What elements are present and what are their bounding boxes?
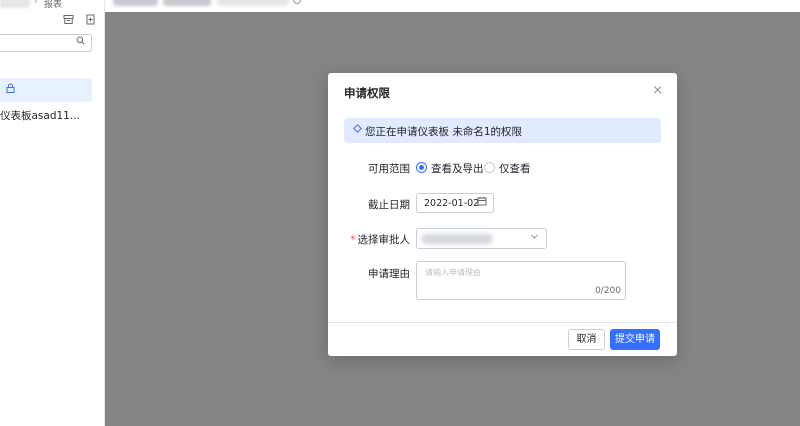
required-mark: * <box>350 234 356 246</box>
info-notice: 您正在申请仪表板 未命名1的权限 <box>344 118 661 143</box>
scope-label: 可用范围 <box>368 163 410 175</box>
chevron-down-icon <box>530 232 539 244</box>
sidebar: › 报表 仪表板asad11... <box>0 0 105 426</box>
cancel-button[interactable]: 取消 <box>568 329 605 350</box>
deadline-label: 截止日期 <box>368 199 410 211</box>
radio-view-only-label[interactable]: 仅查看 <box>499 161 531 176</box>
help-icon[interactable] <box>293 0 301 4</box>
sidebar-search-input[interactable] <box>0 34 92 52</box>
notice-text: 您正在申请仪表板 未命名1的权限 <box>365 126 523 138</box>
archive-icon[interactable] <box>62 14 74 26</box>
reason-char-counter: 0/200 <box>595 286 621 296</box>
footer-divider <box>328 322 677 323</box>
close-icon[interactable]: × <box>652 83 663 98</box>
lock-icon <box>6 83 15 96</box>
reason-placeholder: 请输入申请理由 <box>425 268 481 277</box>
submit-request-button[interactable]: 提交申请 <box>610 329 660 350</box>
reason-label: 申请理由 <box>368 268 410 280</box>
radio-view-export-label[interactable]: 查看及导出 <box>431 161 484 176</box>
tab-blurred-3[interactable] <box>217 0 289 6</box>
sidebar-header: › 报表 <box>0 0 104 12</box>
deadline-date-value: 2022-01-02 <box>424 198 480 209</box>
calendar-icon[interactable] <box>477 196 487 209</box>
reason-textarea[interactable]: 请输入申请理由 0/200 <box>416 261 626 300</box>
approver-selected-blurred <box>422 234 492 244</box>
info-icon <box>353 124 362 136</box>
approver-label-text: 选择审批人 <box>357 234 411 246</box>
tab-blurred-1[interactable] <box>113 0 158 6</box>
search-icon <box>76 36 85 48</box>
approver-select[interactable] <box>416 228 547 249</box>
sidebar-toolbar <box>62 14 96 26</box>
radio-view-only[interactable] <box>484 162 495 173</box>
sidebar-item-selected[interactable] <box>0 78 92 102</box>
tab-blurred-2[interactable] <box>163 0 211 6</box>
breadcrumb-blurred[interactable] <box>0 0 30 8</box>
breadcrumb-separator-icon: › <box>34 0 38 7</box>
breadcrumb-current[interactable]: 报表 <box>44 0 62 10</box>
deadline-date-picker[interactable]: 2022-01-02 <box>416 193 494 213</box>
dialog-title: 申请权限 <box>344 86 390 100</box>
approver-label: * 选择审批人 <box>346 232 410 247</box>
top-bar <box>105 0 800 12</box>
request-permission-dialog: 申请权限 × 您正在申请仪表板 未命名1的权限 可用范围 查看及导出 仅查看 截… <box>328 73 677 356</box>
sidebar-item-dashboard[interactable]: 仪表板asad11... <box>0 108 100 123</box>
radio-view-export[interactable] <box>416 162 427 173</box>
new-file-icon[interactable] <box>84 14 96 26</box>
